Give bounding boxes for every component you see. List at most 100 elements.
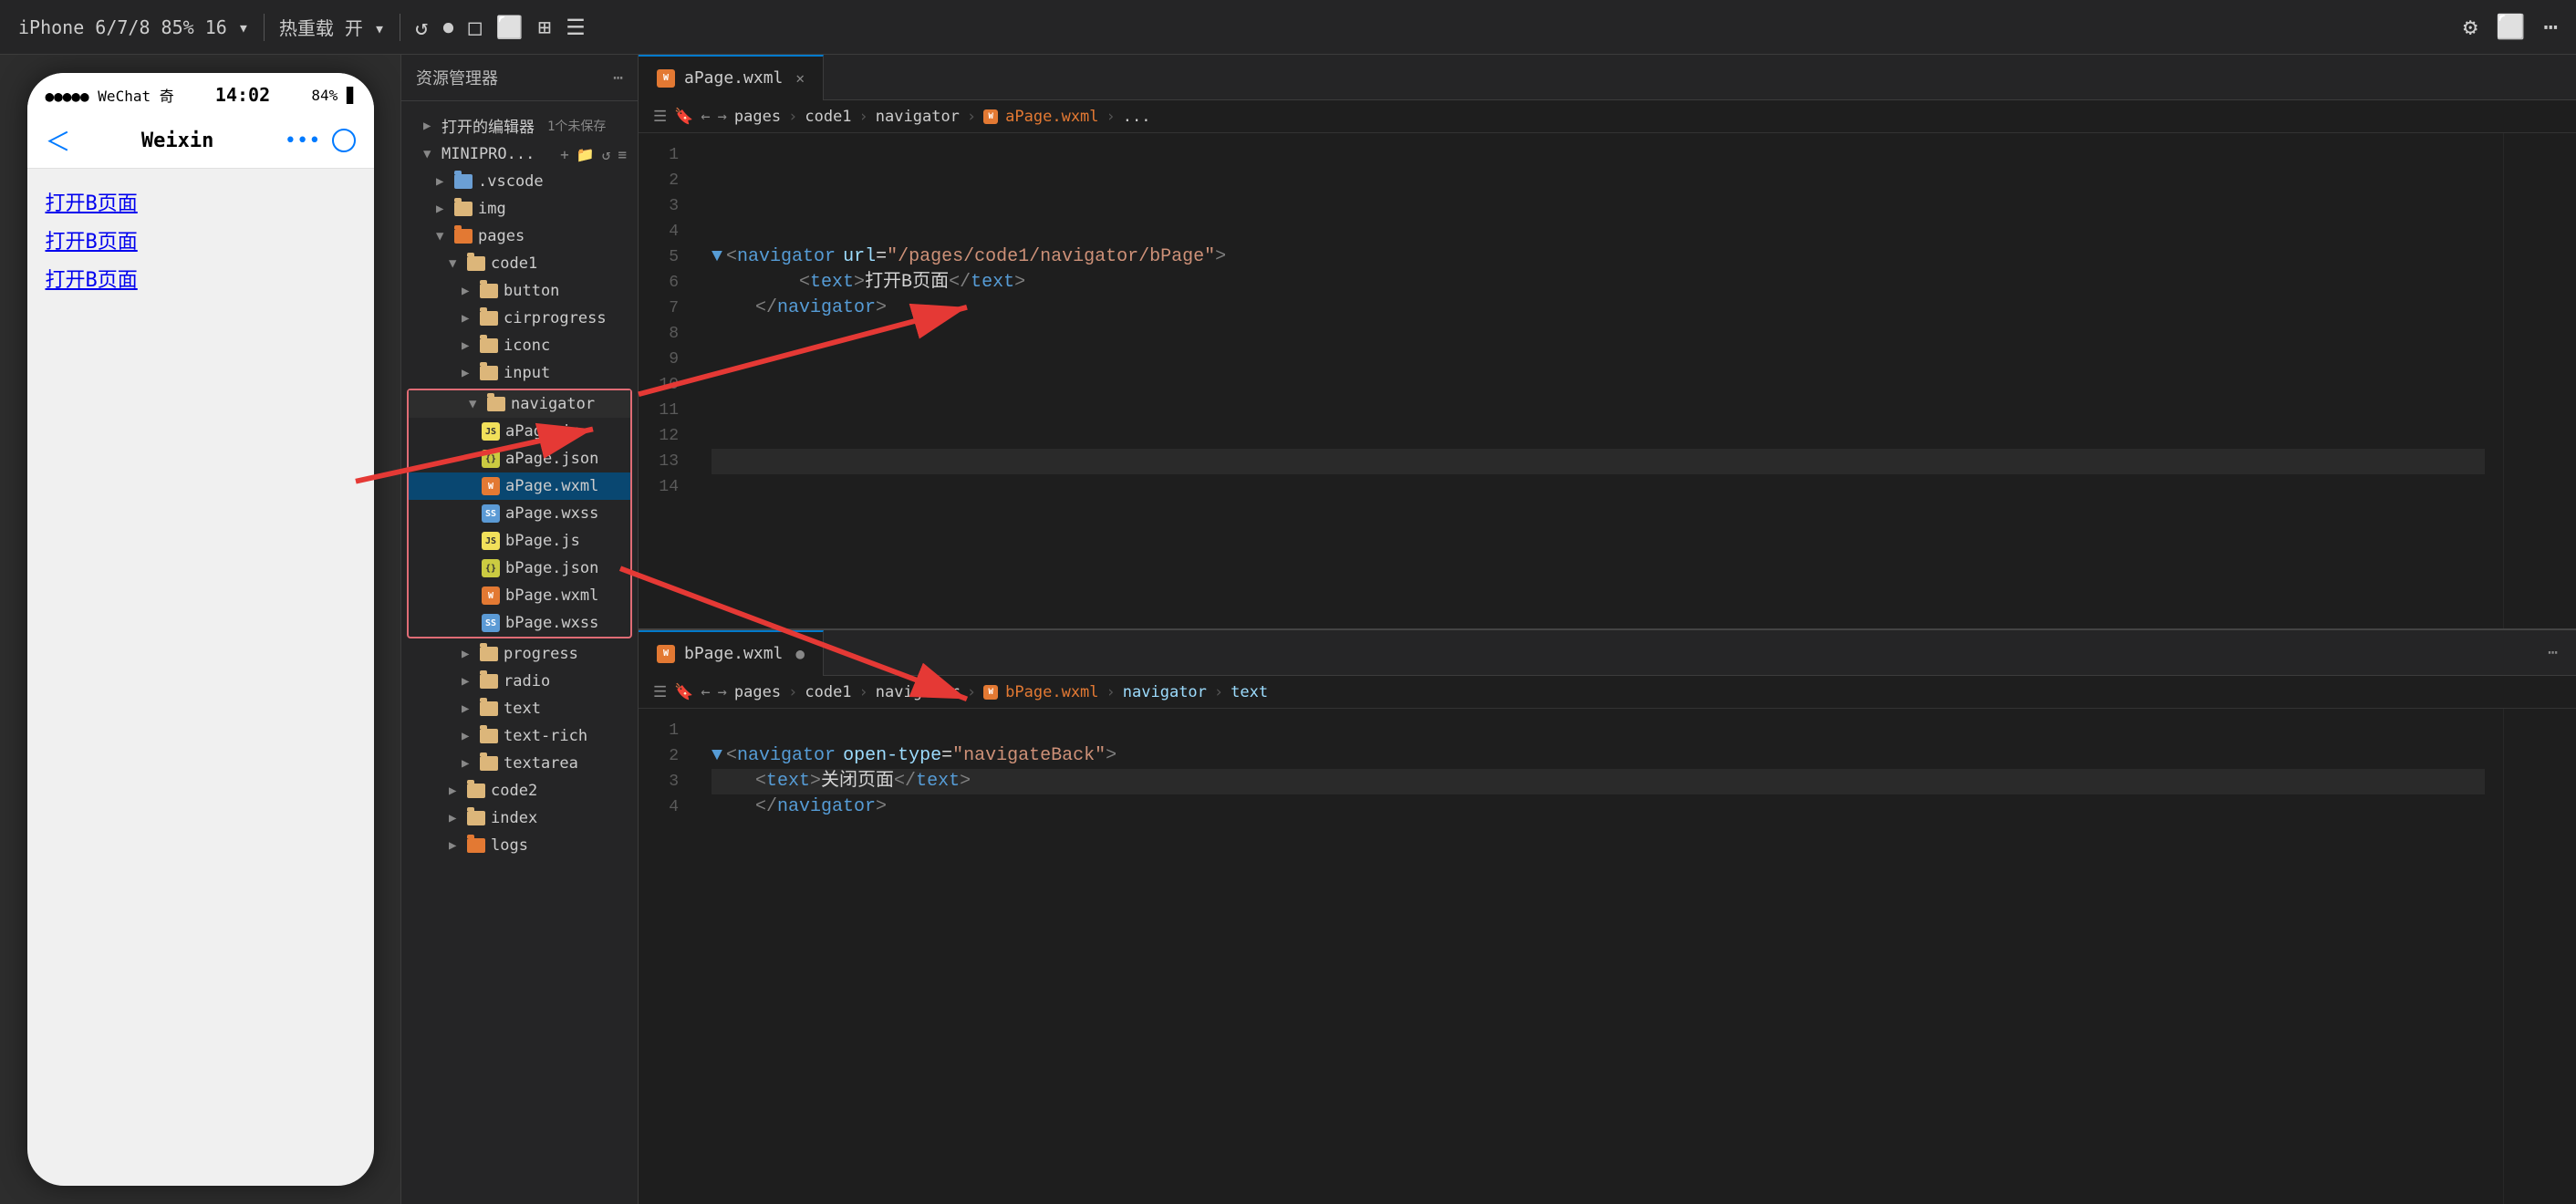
navigator-folder[interactable]: ▼ navigator	[409, 390, 630, 418]
breadcrumb-bookmark-icon[interactable]: 🔖	[674, 108, 693, 126]
bpage-wxss-label: bPage.wxss	[505, 614, 598, 632]
refresh-tree-icon[interactable]: ↺	[602, 146, 611, 163]
explorer-section: ▶ 打开的编辑器 1个未保存 ▼ MINIPRO... + 📁 ↺ ≡ ▶ .v	[401, 101, 638, 1204]
grid-icon[interactable]: ⊞	[538, 15, 551, 40]
bc2-nav-el: navigator	[1123, 683, 1207, 701]
text-folder[interactable]: ▶ text	[401, 695, 638, 722]
bpage-js[interactable]: JS bPage.js	[409, 527, 630, 555]
device-selector[interactable]: iPhone 6/7/8 85% 16 ▾	[18, 16, 249, 38]
phone-link-2[interactable]: 打开B页面	[46, 225, 356, 254]
new-folder-icon[interactable]: 📁	[576, 146, 595, 163]
img-folder[interactable]: ▶ img	[401, 195, 638, 223]
collapse-icon[interactable]: ≡	[618, 146, 627, 163]
editor2-bookmark-icon[interactable]: 🔖	[674, 683, 693, 701]
phone-content: 打开B页面 打开B页面 打开B页面	[27, 169, 374, 320]
vscode-folder[interactable]: ▶ .vscode	[401, 168, 638, 195]
cirprogress-chevron: ▶	[462, 311, 474, 326]
logs-chevron: ▶	[449, 838, 462, 853]
editor2-back[interactable]: ←	[701, 683, 710, 701]
tab-bpage-wxml[interactable]: W bPage.wxml ●	[639, 630, 824, 676]
textarea-folder[interactable]: ▶ textarea	[401, 750, 638, 777]
navigator-folder-icon	[487, 397, 505, 411]
tablet-icon[interactable]: ⬜	[496, 15, 524, 40]
pages-folder[interactable]: ▼ pages	[401, 223, 638, 250]
editor2-menu-icon[interactable]: ☰	[653, 683, 667, 701]
phone-link-1[interactable]: 打开B页面	[46, 187, 356, 216]
vscode-chevron: ▶	[436, 174, 449, 189]
bpage-js-label: bPage.js	[505, 532, 580, 550]
open-editors-header[interactable]: ▶ 打开的编辑器 1个未保存	[401, 110, 638, 140]
editor2-forward[interactable]: →	[718, 683, 727, 701]
pages-chevron: ▼	[436, 229, 449, 244]
add-icon[interactable]: +	[560, 146, 569, 163]
folder-yellow-icon	[454, 202, 473, 216]
phone-back-button[interactable]: ＜	[46, 122, 71, 159]
explorer-title: 资源管理器	[416, 66, 498, 89]
apage-js[interactable]: JS aPage.js	[409, 418, 630, 445]
bpage-wxss[interactable]: SS bPage.wxss	[409, 609, 630, 637]
bc2-file-icon: W	[983, 685, 998, 700]
apage-wxml-label: aPage.wxml	[505, 477, 598, 495]
code1-label: code1	[491, 254, 537, 273]
input-folder[interactable]: ▶ input	[401, 359, 638, 387]
bc2-sep3: ›	[967, 683, 976, 701]
phone-record-button[interactable]	[332, 129, 356, 152]
refresh-icon[interactable]: ↺	[415, 15, 428, 40]
json-icon: {}	[482, 450, 500, 468]
hotreload-toggle[interactable]: 热重载 开 ▾	[279, 14, 385, 40]
text-rich-folder[interactable]: ▶ text-rich	[401, 722, 638, 750]
bc-sep1: ›	[788, 108, 797, 126]
index-folder[interactable]: ▶ index	[401, 804, 638, 832]
progress-folder[interactable]: ▶ progress	[401, 640, 638, 668]
apage-wxss[interactable]: SS aPage.wxss	[409, 500, 630, 527]
new-file-icon[interactable]: ⋯	[613, 68, 623, 88]
button-folder[interactable]: ▶ button	[401, 277, 638, 305]
input-folder-icon	[480, 366, 498, 380]
apage-json[interactable]: {} aPage.json	[409, 445, 630, 472]
text-rich-label: text-rich	[504, 727, 587, 745]
phone-status-bar: ●●●●● WeChat 奇 14:02 84% ▊	[27, 73, 374, 113]
menu-icon[interactable]: ☰	[566, 15, 586, 40]
bc-back[interactable]: ←	[701, 108, 710, 126]
radio-chevron: ▶	[462, 674, 474, 689]
code2-folder[interactable]: ▶ code2	[401, 777, 638, 804]
bpage-wxml[interactable]: W bPage.wxml	[409, 582, 630, 609]
tab-apage-close[interactable]: ✕	[795, 69, 805, 87]
logs-folder[interactable]: ▶ logs	[401, 832, 638, 859]
phone-more-button[interactable]: •••	[285, 130, 321, 152]
panels-icon[interactable]: ⬜	[2496, 14, 2525, 41]
phone-icon[interactable]: □	[468, 15, 481, 40]
button-chevron: ▶	[462, 284, 474, 298]
cirprogress-folder[interactable]: ▶ cirprogress	[401, 305, 638, 332]
phone-link-3[interactable]: 打开B页面	[46, 264, 356, 293]
iconc-folder[interactable]: ▶ iconc	[401, 332, 638, 359]
more-icon[interactable]: ⋯	[2543, 14, 2558, 41]
phone-signal: ●●●●● WeChat 奇	[46, 84, 174, 106]
text-rich-folder-icon	[480, 729, 498, 743]
bc-forward[interactable]: →	[718, 108, 727, 126]
code-line-6: <text>打开B页面</text>	[712, 270, 2485, 296]
radio-folder-icon	[480, 674, 498, 689]
apage-wxml[interactable]: W aPage.wxml	[409, 472, 630, 500]
settings-icon[interactable]: ⚙	[2463, 14, 2477, 41]
bpage-json[interactable]: {} bPage.json	[409, 555, 630, 582]
radio-folder[interactable]: ▶ radio	[401, 668, 638, 695]
tab-apage-wxml[interactable]: W aPage.wxml ✕	[639, 55, 824, 100]
editor2-more[interactable]: ⋯	[2548, 643, 2558, 662]
editor2-minimap	[2503, 709, 2576, 1204]
bc-navigator: navigator	[876, 108, 960, 126]
progress-chevron: ▶	[462, 647, 474, 661]
input-label: input	[504, 364, 550, 382]
vscode-label: .vscode	[478, 172, 544, 191]
code1-folder[interactable]: ▼ code1	[401, 250, 638, 277]
breadcrumb-menu-icon[interactable]: ☰	[653, 108, 667, 126]
project-chevron: ▼	[423, 147, 436, 161]
project-root[interactable]: ▼ MINIPRO... + 📁 ↺ ≡	[401, 140, 638, 168]
index-label: index	[491, 809, 537, 827]
record-icon[interactable]: ⏺	[442, 15, 453, 40]
project-label: MINIPRO...	[441, 145, 535, 163]
progress-label: progress	[504, 645, 578, 663]
editor1-content: 1 2 3 4 5 6 7 8 9 10 11 12 13 14	[639, 133, 2576, 628]
textarea-folder-icon	[480, 756, 498, 771]
bc2-pages: pages	[734, 683, 781, 701]
